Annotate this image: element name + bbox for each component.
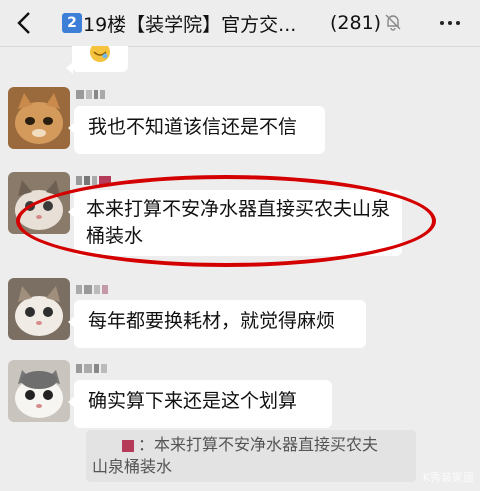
title-number-badge: 2 (62, 13, 82, 33)
more-dots-icon (440, 21, 444, 25)
avatar[interactable] (8, 360, 70, 422)
watermark: K秀装家居 (422, 471, 474, 484)
quoted-message[interactable]: ：本来打算不安净水器直接买农夫 山泉桶装水 (86, 430, 416, 482)
quote-text-line1: ：本来打算不安净水器直接买农夫 (138, 435, 379, 454)
avatar[interactable] (8, 278, 70, 340)
message-text: 确实算下来还是这个划算 (88, 390, 298, 412)
member-count: (281) (330, 12, 382, 34)
message-bubble[interactable]: 本来打算不安净水器直接买农夫山泉桶装水 (68, 190, 402, 256)
message-bubble[interactable]: 每年都要换耗材，就觉得麻烦 (68, 300, 366, 348)
sender-name (76, 176, 113, 186)
message-bubble[interactable]: 我也不知道该信还是不信 (68, 106, 325, 154)
sender-name (76, 90, 107, 100)
chat-header: 2 19楼【装学院】官方交... (281) (0, 0, 480, 47)
message-text: 每年都要换耗材，就觉得麻烦 (88, 310, 336, 332)
more-button[interactable] (440, 21, 460, 25)
chat-title: 2 19楼【装学院】官方交... (62, 10, 296, 36)
message-bubble[interactable]: 确实算下来还是这个划算 (68, 380, 332, 428)
sender-name (76, 364, 109, 374)
quote-text-line2: 山泉桶装水 (92, 457, 173, 476)
message-text: 我也不知道该信还是不信 (88, 116, 298, 138)
avatar[interactable] (8, 172, 70, 234)
back-button[interactable] (10, 8, 38, 38)
chevron-left-icon (17, 12, 30, 34)
partial-bubble (66, 46, 128, 74)
bell-muted-icon (385, 14, 401, 31)
quoted-sender-avatar (122, 439, 134, 452)
message-text: 本来打算不安净水器直接买农夫山泉桶装水 (86, 198, 391, 247)
avatar[interactable] (8, 87, 70, 149)
sender-name (76, 285, 110, 295)
group-name: 19楼【装学院】官方交... (83, 13, 297, 36)
emoji-icon (90, 46, 110, 62)
